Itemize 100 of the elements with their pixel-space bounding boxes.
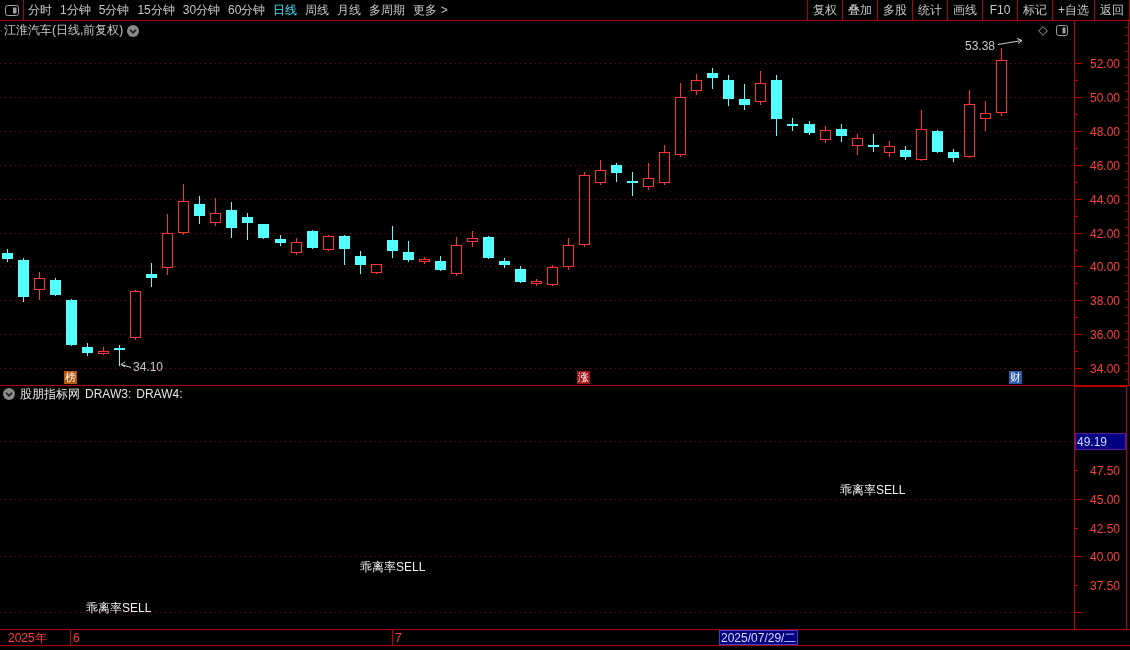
falling-candle [18, 257, 29, 303]
falling-candle [258, 223, 269, 240]
rising-candle [755, 70, 766, 106]
falling-candle [50, 277, 61, 297]
rising-candle [323, 234, 334, 252]
toolbar-button[interactable]: 复权 [807, 0, 842, 20]
event-badge[interactable]: 涨 [577, 371, 590, 384]
falling-candle [435, 255, 446, 272]
indicator-axis-label: 45.00 [1089, 492, 1120, 507]
falling-candle [771, 74, 782, 137]
falling-candle [707, 67, 718, 90]
price-axis-label: 48.00 [1089, 124, 1120, 139]
falling-candle [403, 240, 414, 263]
rising-candle [563, 237, 574, 271]
indicator-axis-label: 37.50 [1089, 578, 1120, 593]
rising-candle [34, 271, 45, 301]
indicator-axis-label: 42.50 [1089, 521, 1120, 536]
indicator-title: 股朋指标网 [20, 385, 80, 403]
period-tab[interactable]: 5分钟 [94, 1, 134, 19]
pointer-arrow [120, 361, 132, 368]
falling-candle [627, 171, 638, 197]
rising-candle [291, 237, 302, 256]
period-tab[interactable]: 月线 [333, 1, 366, 19]
falling-candle [226, 201, 237, 239]
falling-candle [804, 120, 815, 136]
price-axis-label: 52.00 [1089, 56, 1120, 71]
falling-candle [723, 74, 734, 107]
event-badge[interactable]: 财 [1009, 371, 1022, 384]
falling-candle [275, 234, 286, 247]
month-label: 6 [73, 631, 80, 645]
period-tab[interactable]: 15分钟 [133, 1, 179, 19]
rising-candle [691, 73, 702, 96]
falling-candle [499, 257, 510, 269]
toolbar-button[interactable]: 多股 [877, 0, 912, 20]
price-axis-label: 36.00 [1089, 327, 1120, 342]
rising-candle [595, 159, 606, 186]
period-tab[interactable]: 分时 [24, 1, 56, 19]
period-tab[interactable]: 多周期 [365, 1, 410, 19]
rising-candle [130, 289, 141, 341]
toolbar-button[interactable]: 标记 [1017, 0, 1052, 20]
rising-candle [419, 256, 430, 265]
rising-candle [820, 125, 831, 144]
rising-candle [467, 230, 478, 248]
toolbar-button[interactable]: 叠加 [842, 0, 877, 20]
toolbar-button[interactable]: 返回 [1094, 0, 1130, 20]
indicator-field: DRAW4: [136, 387, 183, 401]
year-label: 2025年 [8, 631, 47, 645]
rising-candle [98, 346, 109, 356]
pointer-arrow [997, 38, 1023, 45]
falling-candle [66, 298, 77, 347]
period-tab[interactable]: 日线 [269, 1, 302, 19]
rising-candle [531, 278, 542, 287]
falling-candle [932, 129, 943, 154]
low-price-label: 34.10 [133, 360, 164, 374]
period-tab[interactable]: 30分钟 [178, 1, 225, 19]
rising-candle [916, 109, 927, 162]
price-axis-label: 44.00 [1089, 192, 1120, 207]
toolbar-button[interactable]: 统计 [912, 0, 947, 20]
toolbar-button[interactable]: +自选 [1052, 0, 1094, 20]
rising-candle [643, 162, 654, 191]
period-tab[interactable]: 更多 > [409, 1, 452, 19]
cursor-value-label: 49.19 [1075, 433, 1126, 450]
falling-candle [948, 148, 959, 163]
falling-candle [242, 212, 253, 241]
rising-candle [964, 89, 975, 159]
cursor-date-label: 2025/07/29/二 [719, 630, 798, 645]
falling-candle [114, 344, 125, 367]
rising-candle [547, 264, 558, 287]
falling-candle [900, 145, 911, 161]
price-axis-label: 46.00 [1089, 158, 1120, 173]
toolbar-button[interactable]: 画线 [947, 0, 982, 20]
falling-candle [339, 234, 350, 266]
rising-candle [852, 133, 863, 156]
rising-candle [210, 197, 221, 227]
chart-title: 江淮汽车(日线,前复权) [4, 22, 124, 39]
rising-candle [162, 213, 173, 276]
panel-icon[interactable] [1056, 25, 1068, 36]
falling-candle [611, 162, 622, 183]
period-tab[interactable]: 周线 [301, 1, 334, 19]
toolbar-button[interactable]: F10 [982, 0, 1017, 20]
period-tab[interactable]: 1分钟 [56, 1, 95, 19]
falling-candle [146, 262, 157, 288]
signal-label: 乖离率SELL [86, 601, 152, 615]
dropdown-icon[interactable] [3, 388, 15, 400]
period-tab[interactable]: 60分钟 [224, 1, 270, 19]
diamond-icon[interactable] [1038, 25, 1048, 36]
falling-candle [307, 229, 318, 250]
signal-label: 乖离率SELL [360, 560, 426, 574]
rising-candle [659, 144, 670, 186]
rising-candle [884, 140, 895, 158]
rising-candle [451, 236, 462, 277]
panel-icon [4, 4, 19, 16]
rising-candle [371, 264, 382, 275]
falling-candle [355, 250, 366, 275]
event-badge[interactable]: 榜 [64, 371, 77, 384]
falling-candle [82, 342, 93, 357]
rising-candle [996, 47, 1007, 117]
falling-candle [787, 117, 798, 132]
dropdown-icon[interactable] [127, 24, 140, 37]
falling-candle [194, 195, 205, 225]
